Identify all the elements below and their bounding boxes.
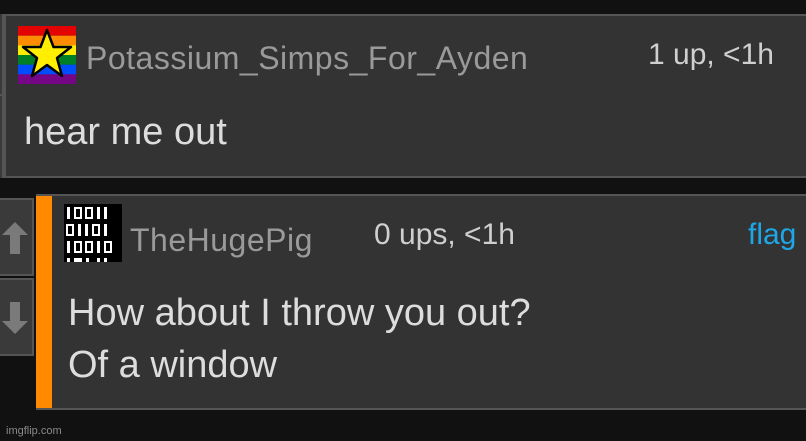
downvote-button[interactable]	[0, 278, 34, 356]
comment-1-username[interactable]: Potassium_Simps_For_Ayden	[86, 40, 528, 77]
comment-2-meta: 0 ups, <1h	[374, 218, 515, 251]
comment-2-accent-bar	[36, 196, 52, 408]
binary-digits-icon[interactable]	[64, 204, 122, 262]
flag-link[interactable]: flag	[748, 218, 796, 252]
imgflip-watermark: imgflip.com	[6, 425, 62, 437]
comment-1-meta: 1 up, <1h	[648, 38, 774, 71]
comment-2-body-line-2: Of a window	[68, 344, 278, 386]
downvote-arrow-icon	[2, 302, 28, 334]
comment-2-username[interactable]: TheHugePig	[130, 222, 313, 259]
rainbow-star-icon[interactable]	[18, 26, 76, 84]
comment-1-body: hear me out	[24, 111, 227, 153]
comment-2-body-line-1: How about I throw you out?	[68, 292, 531, 334]
upvote-button[interactable]	[0, 198, 34, 276]
upvote-arrow-icon	[2, 222, 28, 254]
